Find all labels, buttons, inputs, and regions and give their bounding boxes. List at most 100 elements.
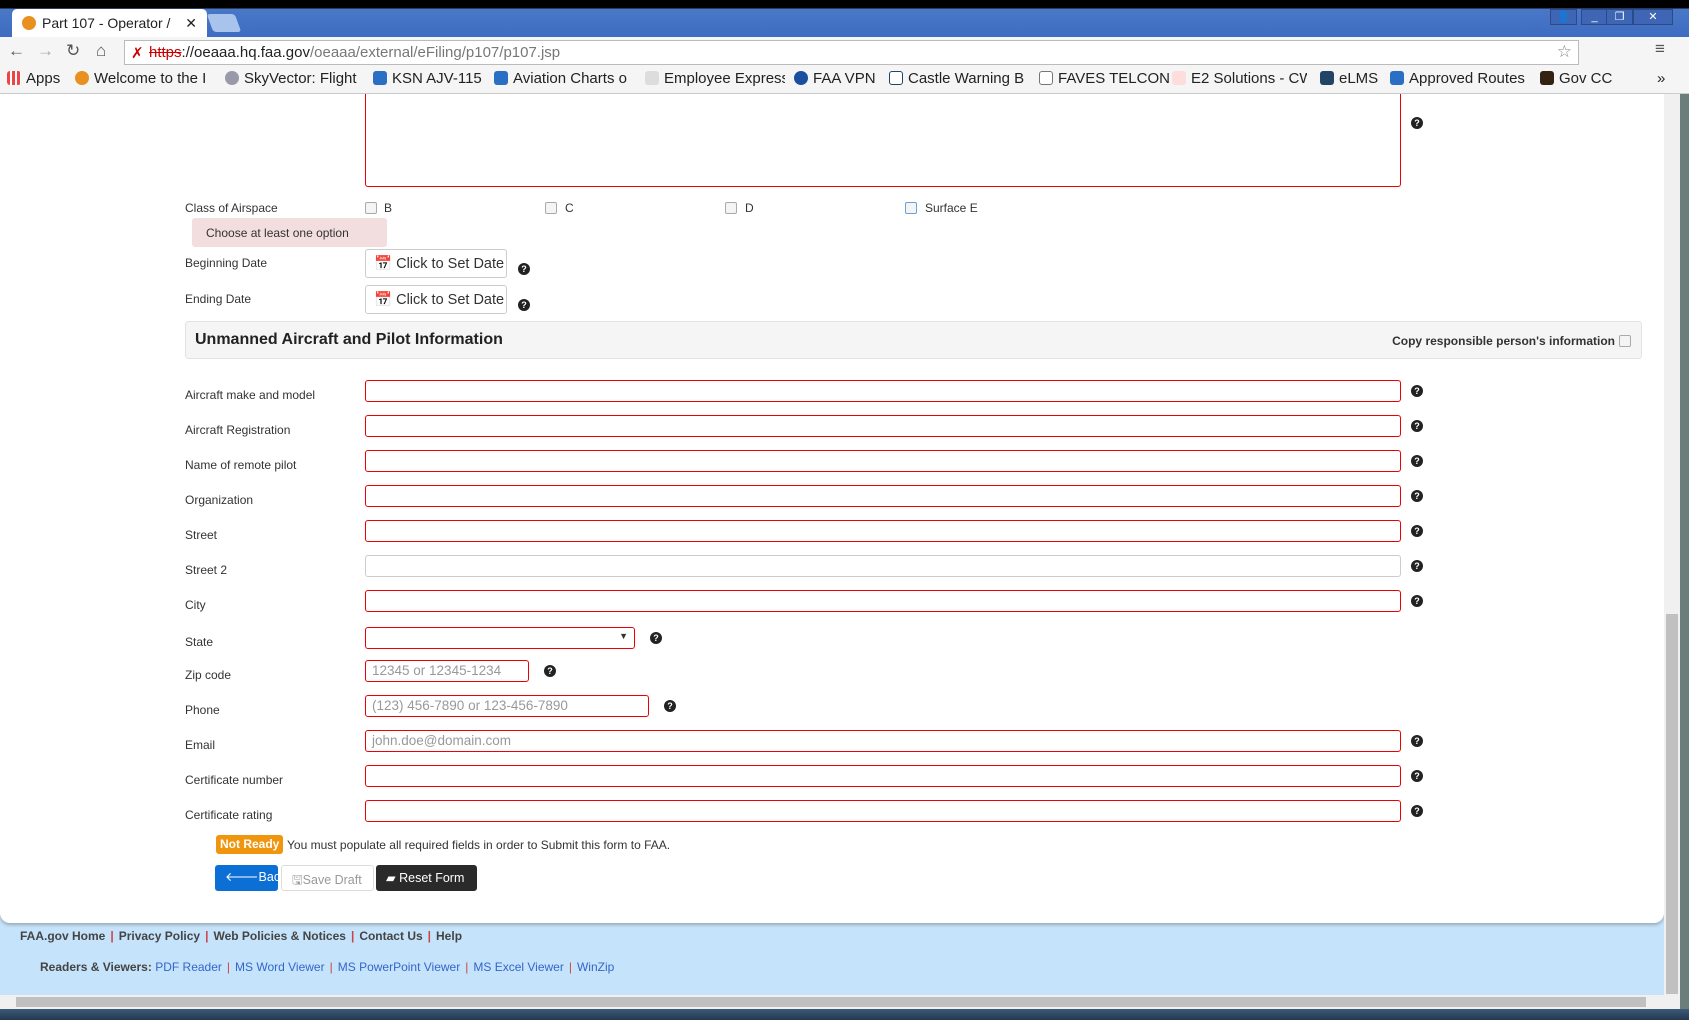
- home-icon[interactable]: ⌂: [96, 41, 106, 61]
- readers-viewers: Readers & Viewers: PDF Reader | MS Word Vi…: [40, 960, 615, 974]
- reader-link[interactable]: MS PowerPoint Viewer: [338, 960, 461, 974]
- address-bar[interactable]: ✗ https://oeaaa.hq.faa.gov/oeaaa/external…: [124, 40, 1579, 65]
- bookmark[interactable]: E2 Solutions - CW: [1172, 70, 1307, 87]
- field-input[interactable]: john.doe@domain.com: [365, 730, 1401, 752]
- reader-link[interactable]: PDF Reader: [155, 960, 222, 974]
- help-icon[interactable]: ?: [650, 632, 662, 644]
- help-icon[interactable]: ?: [1411, 525, 1423, 537]
- field-label: Aircraft Registration: [185, 423, 291, 437]
- bookmark[interactable]: Castle Warning B: [889, 70, 1024, 87]
- new-tab-button[interactable]: [206, 14, 242, 32]
- help-icon[interactable]: ?: [1411, 490, 1423, 502]
- placeholder: 12345 or 12345-1234: [372, 663, 502, 678]
- bookmark[interactable]: SkyVector: Flight: [225, 70, 357, 87]
- bookmark-icon: [225, 71, 239, 85]
- help-icon[interactable]: ?: [518, 263, 530, 275]
- scrollbar-thumb[interactable]: [16, 997, 1646, 1007]
- field-input[interactable]: [365, 590, 1401, 612]
- save-draft-button[interactable]: 🖫Save Draft: [281, 865, 374, 891]
- field-input[interactable]: [365, 485, 1401, 507]
- airspace-label: Class of Airspace: [185, 201, 278, 215]
- field-input[interactable]: 12345 or 12345-1234: [365, 660, 529, 682]
- close-tab-icon[interactable]: ✕: [185, 15, 197, 32]
- back-button[interactable]: 🡐Back: [215, 865, 286, 891]
- browser-tab[interactable]: Part 107 - Operator / ✕: [12, 9, 207, 37]
- field-input[interactable]: [365, 765, 1401, 787]
- footer-link[interactable]: Privacy Policy: [119, 929, 200, 943]
- restore-button[interactable]: ❐: [1606, 9, 1633, 25]
- reset-form-button[interactable]: ▰ Reset Form: [376, 865, 477, 891]
- user-icon[interactable]: 👤: [1550, 9, 1577, 25]
- vertical-scrollbar[interactable]: [1664, 94, 1680, 1009]
- field-label: Aircraft make and model: [185, 388, 316, 402]
- close-window-button[interactable]: ✕: [1633, 9, 1673, 25]
- help-icon[interactable]: ?: [1411, 117, 1423, 129]
- help-icon[interactable]: ?: [544, 665, 556, 677]
- field-input[interactable]: [365, 450, 1401, 472]
- field-label: Organization: [185, 493, 254, 507]
- checkbox-c[interactable]: [545, 202, 557, 214]
- checkbox-d[interactable]: [725, 202, 737, 214]
- field-input[interactable]: [365, 520, 1401, 542]
- state-select[interactable]: ▼: [365, 627, 635, 649]
- footer-link[interactable]: Contact Us: [359, 929, 422, 943]
- bookmark[interactable]: Approved Routes: [1390, 70, 1525, 87]
- taskbar: [0, 1009, 1689, 1020]
- copy-info-checkbox[interactable]: [1619, 335, 1631, 347]
- bookmark[interactable]: Aviation Charts o: [494, 70, 634, 87]
- field-input[interactable]: [365, 555, 1401, 577]
- reader-link[interactable]: MS Excel Viewer: [473, 960, 563, 974]
- bookmark[interactable]: FAVES TELCON: [1039, 70, 1170, 87]
- bookmark[interactable]: Employee Express: [645, 70, 785, 87]
- footer-link[interactable]: Help: [436, 929, 462, 943]
- bookmark-icon: [1320, 71, 1334, 85]
- help-icon[interactable]: ?: [1411, 420, 1423, 432]
- reload-icon[interactable]: ↻: [66, 41, 80, 61]
- beginning-date-button[interactable]: 📅 Click to Set Date: [365, 249, 507, 278]
- desktop-edge: [1680, 94, 1689, 1020]
- ending-date-label: Ending Date: [185, 292, 252, 306]
- bookmark[interactable]: FAA VPN: [794, 70, 876, 87]
- footer-link[interactable]: FAA.gov Home: [20, 929, 105, 943]
- field-label: Street: [185, 528, 218, 542]
- help-icon[interactable]: ?: [518, 299, 530, 311]
- calendar-icon: 📅: [374, 292, 393, 308]
- help-icon[interactable]: ?: [1411, 455, 1423, 467]
- reader-link[interactable]: MS Word Viewer: [235, 960, 325, 974]
- help-icon[interactable]: ?: [1411, 805, 1423, 817]
- scrollbar-thumb[interactable]: [1666, 614, 1678, 994]
- help-icon[interactable]: ?: [664, 700, 676, 712]
- bookmark-icon: [494, 71, 508, 85]
- forward-icon[interactable]: →: [37, 41, 54, 61]
- bookmark-star-icon[interactable]: ☆: [1557, 42, 1572, 62]
- placeholder: (123) 456-7890 or 123-456-7890: [372, 698, 568, 713]
- minimize-button[interactable]: _: [1581, 9, 1608, 25]
- insecure-icon: ✗: [131, 45, 144, 62]
- field-input[interactable]: [365, 800, 1401, 822]
- field-input[interactable]: [365, 380, 1401, 402]
- bookmark-apps[interactable]: Apps: [7, 70, 60, 87]
- field-input[interactable]: [365, 415, 1401, 437]
- help-icon[interactable]: ?: [1411, 560, 1423, 572]
- bookmark[interactable]: KSN AJV-115: [373, 70, 482, 87]
- help-icon[interactable]: ?: [1411, 735, 1423, 747]
- more-bookmarks[interactable]: »: [1657, 70, 1665, 87]
- bookmark[interactable]: eLMS: [1320, 70, 1378, 87]
- back-icon[interactable]: ←: [8, 41, 25, 61]
- bookmark[interactable]: Welcome to the I: [75, 70, 206, 87]
- help-icon[interactable]: ?: [1411, 770, 1423, 782]
- field-label: Email: [185, 738, 216, 752]
- checkbox-b[interactable]: [365, 202, 377, 214]
- checkbox-surface-e[interactable]: [905, 202, 917, 214]
- dropdown-arrow-icon: ▼: [619, 631, 628, 641]
- menu-icon[interactable]: ≡: [1655, 39, 1665, 59]
- field-input[interactable]: (123) 456-7890 or 123-456-7890: [365, 695, 649, 717]
- help-icon[interactable]: ?: [1411, 595, 1423, 607]
- bookmark[interactable]: Gov CC: [1540, 70, 1612, 87]
- horizontal-scrollbar[interactable]: [0, 995, 1664, 1009]
- footer-link[interactable]: Web Policies & Notices: [213, 929, 346, 943]
- description-textarea[interactable]: [365, 94, 1401, 187]
- reader-link[interactable]: WinZip: [577, 960, 614, 974]
- help-icon[interactable]: ?: [1411, 385, 1423, 397]
- ending-date-button[interactable]: 📅 Click to Set Date: [365, 285, 507, 314]
